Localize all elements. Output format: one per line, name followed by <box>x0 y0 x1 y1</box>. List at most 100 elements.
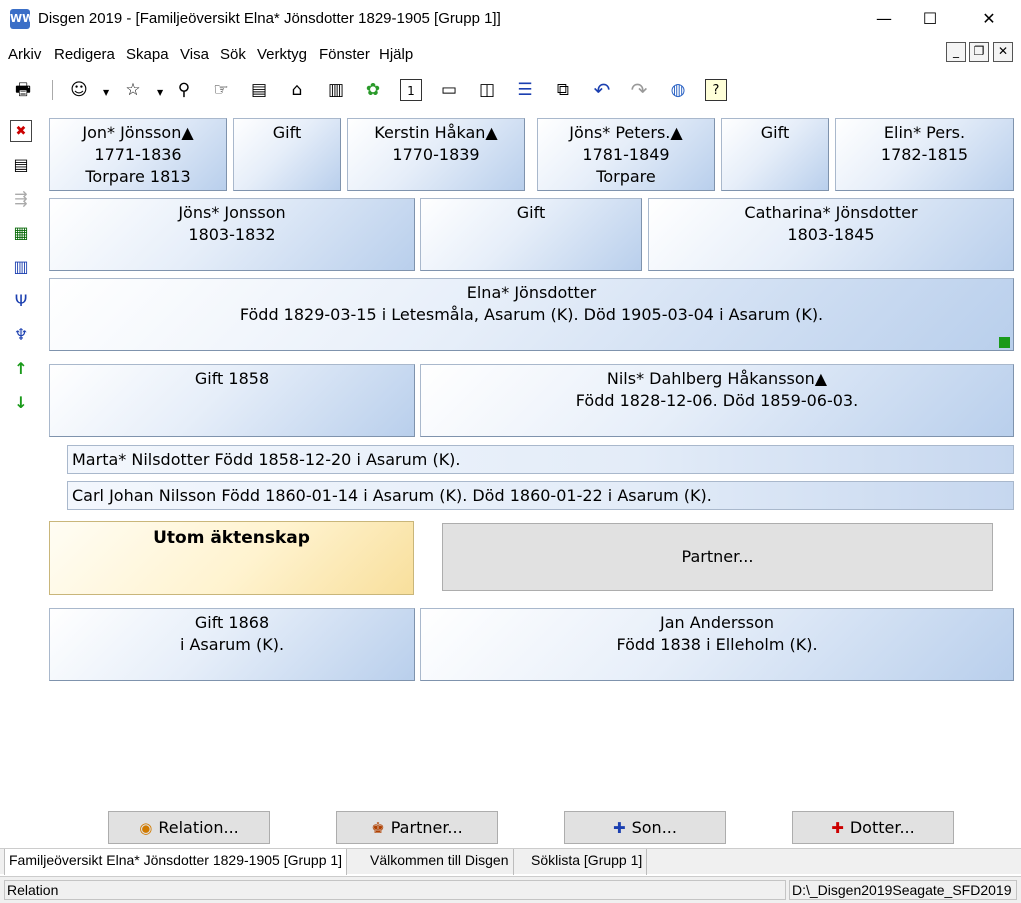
mdi-close-icon[interactable]: ✕ <box>993 42 1013 62</box>
person-details: Född 1829-03-15 i Letesmåla, Asarum (K).… <box>239 305 824 324</box>
couple-icon: ♚ <box>371 819 385 837</box>
close-button[interactable]: ✕ <box>966 0 1012 38</box>
tab-soklista[interactable]: Söklista [Grupp 1] <box>527 849 648 875</box>
menu-hjalp[interactable]: Hjälp <box>379 46 413 63</box>
status-bar: Relation D:\_Disgen2019Seagate_SFD2019 <box>0 876 1021 903</box>
grandmother-paternal[interactable]: Kerstin Håkan▲ 1770-1839 <box>347 118 525 191</box>
button-label: Relation... <box>158 818 239 837</box>
person-star-icon[interactable]: ☆ <box>122 79 144 101</box>
calendar-icon[interactable]: 1 <box>400 79 422 101</box>
grandfather-maternal[interactable]: Jöns* Peters.▲ 1781-1849 Torpare <box>537 118 715 191</box>
person-years: 1770-1839 <box>392 145 480 164</box>
redo-icon[interactable]: ↷ <box>628 79 650 101</box>
marriage-2-box[interactable]: Gift 1868 i Asarum (K). <box>49 608 415 681</box>
marriage-place: i Asarum (K). <box>179 635 285 654</box>
dropdown-arrow-icon[interactable]: ▼ <box>157 88 163 97</box>
person-years: 1782-1815 <box>880 145 969 164</box>
menu-arkiv[interactable]: Arkiv <box>8 46 41 63</box>
home-icon[interactable]: ⌂ <box>286 79 308 101</box>
grid-icon[interactable]: ▦ <box>10 222 32 244</box>
hand-icon[interactable]: ☞ <box>210 79 232 101</box>
menu-bar: Arkiv Redigera Skapa Visa Sök Verktyg Fö… <box>0 38 1021 72</box>
dropdown-arrow-icon[interactable]: ▼ <box>103 88 109 97</box>
tree-disabled-icon[interactable]: ⇶ <box>10 188 32 210</box>
window-rows-icon[interactable]: ☰ <box>514 79 536 101</box>
marriage-label: Gift <box>516 203 546 222</box>
person-details: Född 1838 i Elleholm (K). <box>616 635 818 654</box>
menu-redigera[interactable]: Redigera <box>54 46 115 63</box>
window-single-icon[interactable]: ▭ <box>438 79 460 101</box>
document-icon[interactable]: ▤ <box>10 154 32 176</box>
hierarchy-icon[interactable]: ♆ <box>10 324 32 346</box>
child-row[interactable]: Carl Johan Nilsson Född 1860-01-14 i Asa… <box>67 481 1014 510</box>
book-icon[interactable]: ▤ <box>248 79 270 101</box>
grandfather-paternal[interactable]: Jon* Jönsson▲ 1771-1836 Torpare 1813 <box>49 118 227 191</box>
status-indicator <box>999 337 1010 348</box>
father-box[interactable]: Jöns* Jonsson 1803-1832 <box>49 198 415 271</box>
app-icon: WW <box>10 9 34 29</box>
button-label: Son... <box>631 818 677 837</box>
columns-icon[interactable]: ▥ <box>10 256 32 278</box>
dotter-button[interactable]: ✚ Dotter... <box>792 811 954 844</box>
person-years: 1803-1845 <box>787 225 875 244</box>
toolbar-separator <box>52 80 53 100</box>
document-tabs: Familjeöversikt Elna* Jönsdotter 1829-19… <box>0 848 1021 875</box>
mother-box[interactable]: Catharina* Jönsdotter 1803-1845 <box>648 198 1014 271</box>
button-label: Partner... <box>390 818 463 837</box>
menu-skapa[interactable]: Skapa <box>126 46 169 63</box>
menu-fonster[interactable]: Fönster <box>319 46 370 63</box>
marriage-label: Gift 1858 <box>194 369 270 388</box>
person-occupation: Torpare 1813 <box>85 167 191 186</box>
menu-sok[interactable]: Sök <box>220 46 246 63</box>
main-person-box[interactable]: Elna* Jönsdotter Född 1829-03-15 i Letes… <box>49 278 1014 351</box>
add-daughter-icon: ✚ <box>831 819 844 837</box>
partner-1-box[interactable]: Nils* Dahlberg Håkansson▲ Född 1828-12-0… <box>420 364 1014 437</box>
person-name: Elin* Pers. <box>883 123 966 142</box>
person-icon[interactable]: ☺ <box>68 79 90 101</box>
print-icon[interactable]: 🖶 <box>12 79 34 101</box>
marriage-label: Gift <box>272 123 302 142</box>
delete-icon[interactable]: ✖ <box>10 120 32 142</box>
partner-button[interactable]: ♚ Partner... <box>336 811 498 844</box>
window-cascade-icon[interactable]: ⧉ <box>552 79 574 101</box>
mdi-restore-icon[interactable]: ❐ <box>969 42 989 62</box>
tab-valkommen[interactable]: Välkommen till Disgen <box>366 849 514 875</box>
globe-icon[interactable]: ◍ <box>667 79 689 101</box>
partner-2-box[interactable]: Jan Andersson Född 1838 i Elleholm (K). <box>420 608 1014 681</box>
marriage-1-box[interactable]: Gift 1858 <box>49 364 415 437</box>
menu-visa[interactable]: Visa <box>180 46 209 63</box>
undo-icon[interactable]: ↶ <box>591 79 613 101</box>
grandmother-maternal[interactable]: Elin* Pers. 1782-1815 <box>835 118 1014 191</box>
mdi-minimize-icon[interactable]: _ <box>946 42 966 62</box>
son-button[interactable]: ✚ Son... <box>564 811 726 844</box>
move-down-icon[interactable]: ↓ <box>10 392 32 414</box>
books-icon[interactable]: ▥ <box>325 79 347 101</box>
outside-marriage-box[interactable]: Utom äktenskap <box>49 521 414 595</box>
help-icon[interactable]: ? <box>705 79 727 101</box>
rings-icon: ◉ <box>139 819 153 837</box>
person-name: Jöns* Peters.▲ <box>569 123 683 142</box>
marriage-label: Gift 1868 <box>194 613 270 632</box>
binoculars-icon[interactable]: ⚲ <box>173 79 195 101</box>
person-name: Elna* Jönsdotter <box>466 283 597 302</box>
person-name: Jöns* Jonsson <box>178 203 286 222</box>
add-partner-button[interactable]: Partner... <box>442 523 993 591</box>
tab-familjeoversikt[interactable]: Familjeöversikt Elna* Jönsdotter 1829-19… <box>4 849 348 875</box>
child-row[interactable]: Marta* Nilsdotter Född 1858-12-20 i Asar… <box>67 445 1014 474</box>
person-occupation: Torpare <box>596 167 656 186</box>
descendants-icon[interactable]: Ψ <box>10 290 32 312</box>
relation-button[interactable]: ◉ Relation... <box>108 811 270 844</box>
maximize-button[interactable]: ☐ <box>907 0 953 38</box>
person-name: Nils* Dahlberg Håkansson▲ <box>606 369 828 388</box>
marriage-grandparents-paternal[interactable]: Gift <box>233 118 341 191</box>
window-split-icon[interactable]: ◫ <box>476 79 498 101</box>
move-up-icon[interactable]: ↑ <box>10 358 32 380</box>
marriage-grandparents-maternal[interactable]: Gift <box>721 118 829 191</box>
person-details: Född 1828-12-06. Död 1859-06-03. <box>575 391 859 410</box>
marriage-parents[interactable]: Gift <box>420 198 642 271</box>
menu-verktyg[interactable]: Verktyg <box>257 46 307 63</box>
minimize-button[interactable]: — <box>861 0 907 38</box>
person-years: 1771-1836 <box>94 145 182 164</box>
map-icon[interactable]: ✿ <box>362 79 384 101</box>
marriage-label: Gift <box>760 123 790 142</box>
